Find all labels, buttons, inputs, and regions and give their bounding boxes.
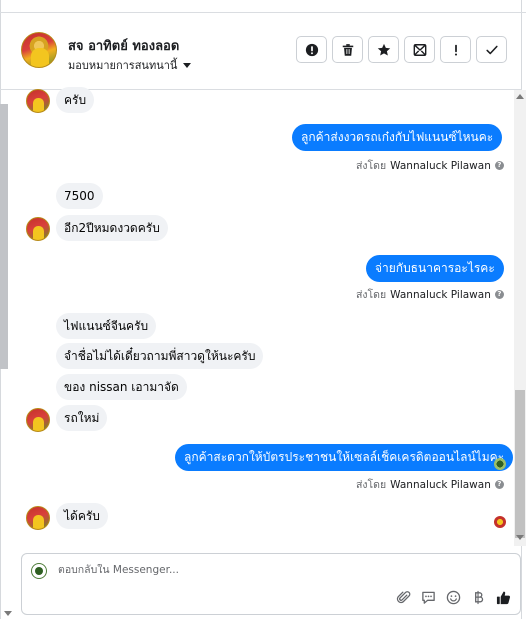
outgoing-message[interactable]: ลูกค้าสะดวกให้บัตรประชาชนให้เซลล์เช็คเคร… — [175, 444, 514, 471]
seen-avatar-icon — [494, 458, 506, 470]
checkmark-icon — [485, 45, 498, 54]
assign-conversation-dropdown[interactable]: มอบหมายการสนทนานี้ — [68, 56, 192, 74]
page-avatar — [31, 563, 47, 579]
conversation-header: สจ อาทิตย์ ทองลอด มอบหมายการสนทนานี้ — [0, 13, 522, 90]
read-receipt-avatar-icon — [494, 516, 506, 528]
help-icon[interactable]: ? — [494, 161, 504, 170]
incoming-message[interactable]: ได้ครับ — [56, 503, 108, 529]
alert-circle-icon — [305, 43, 318, 56]
incoming-message[interactable]: ไฟแนนซ์จีนครับ — [56, 313, 157, 339]
incoming-message[interactable]: ครับ — [56, 87, 95, 113]
incoming-message[interactable]: รถใหม่ — [56, 405, 108, 431]
attachment-icon[interactable] — [396, 590, 411, 605]
header-actions — [296, 36, 507, 63]
message-scrollbar-thumb[interactable] — [515, 390, 525, 538]
outgoing-message[interactable]: ลูกค้าส่งงวดรถเก๋งกับไฟแนนซ์ไหนคะ — [292, 124, 503, 151]
incoming-message[interactable]: จำชื่อไม่ได้เดี๋ยวถามพี่สาวดูให้นะครับ — [56, 343, 264, 369]
sent-by-prefix: ส่งโดย — [356, 289, 387, 301]
outgoing-message[interactable]: จ่ายกับธนาคารอะไรคะ — [366, 255, 504, 282]
delete-button[interactable] — [332, 36, 363, 63]
contact-avatar-small[interactable] — [26, 89, 50, 113]
sent-by-line: ส่งโดย Wannaluck Pilawan ? — [356, 286, 504, 303]
contact-avatar[interactable] — [21, 32, 57, 68]
star-icon — [377, 43, 390, 56]
contact-avatar-small[interactable] — [26, 506, 50, 530]
exclamation-icon — [454, 44, 457, 56]
help-icon[interactable]: ? — [494, 290, 504, 299]
incoming-message[interactable]: ของ nissan เอามาจัด — [56, 374, 187, 400]
incoming-message[interactable]: 7500 — [56, 183, 103, 209]
important-button[interactable] — [440, 36, 471, 63]
contact-avatar-small[interactable] — [26, 408, 50, 432]
sent-by-agent[interactable]: Wannaluck Pilawan — [390, 479, 491, 491]
contact-name[interactable]: สจ อาทิตย์ ทองลอด — [68, 35, 179, 56]
help-icon[interactable]: ? — [494, 480, 504, 489]
star-button[interactable] — [368, 36, 399, 63]
sent-by-prefix: ส่งโดย — [356, 479, 387, 491]
sent-by-line: ส่งโดย Wannaluck Pilawan ? — [356, 157, 504, 174]
scroll-up-arrow-icon[interactable] — [516, 94, 524, 99]
left-scrollbar-thumb[interactable] — [0, 104, 8, 369]
reply-input[interactable] — [58, 564, 358, 576]
saved-reply-icon[interactable] — [421, 590, 436, 605]
emoji-icon[interactable] — [446, 590, 461, 605]
page-scroll-down-arrow-icon[interactable] — [4, 611, 12, 616]
sent-by-agent[interactable]: Wannaluck Pilawan — [390, 289, 491, 301]
thumbs-up-icon[interactable] — [496, 590, 511, 605]
incoming-message[interactable]: อีก2ปีหมดงวดครับ — [56, 215, 168, 241]
composer-tools — [396, 590, 511, 605]
sent-by-prefix: ส่งโดย — [356, 160, 387, 172]
assign-label: มอบหมายการสนทนานี้ — [68, 59, 178, 72]
sent-by-line: ส่งโดย Wannaluck Pilawan ? — [356, 476, 504, 493]
report-button[interactable] — [296, 36, 327, 63]
archive-icon — [413, 43, 426, 56]
archive-button[interactable] — [404, 36, 435, 63]
reply-composer — [21, 553, 521, 615]
caret-down-icon — [183, 62, 192, 68]
baht-payment-icon[interactable] — [471, 590, 486, 605]
done-button[interactable] — [476, 36, 507, 63]
scroll-down-arrow-icon[interactable] — [516, 535, 524, 540]
trash-icon — [342, 43, 353, 56]
sent-by-agent[interactable]: Wannaluck Pilawan — [390, 160, 491, 172]
contact-avatar-small[interactable] — [26, 217, 50, 241]
